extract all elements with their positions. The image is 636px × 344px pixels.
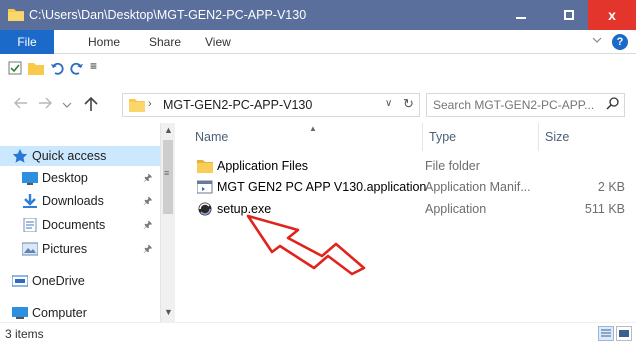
customize-toolbar-icon[interactable]: ≡	[90, 59, 97, 73]
item-count: 3 items	[5, 327, 44, 341]
file-size: 2 KB	[597, 180, 625, 194]
file-type: File folder	[425, 159, 480, 173]
nav-item-downloads[interactable]: Downloads 🖈	[0, 191, 160, 211]
minimize-icon	[516, 17, 526, 19]
nav-item-documents[interactable]: Documents 🖈	[0, 215, 160, 235]
details-view-icon	[601, 329, 611, 337]
documents-icon	[23, 218, 37, 232]
help-button[interactable]: ?	[612, 34, 628, 50]
details-view-button[interactable]	[598, 326, 614, 341]
address-row: › MGT-GEN2-PC-APP-V130 ∨ ↻	[0, 88, 636, 122]
scroll-down-icon[interactable]: ▼	[164, 307, 173, 317]
close-button[interactable]: x	[588, 0, 636, 30]
tab-share[interactable]: Share	[149, 30, 181, 54]
column-header-type[interactable]: Type	[423, 123, 539, 151]
file-row[interactable]: MGT GEN2 PC APP V130.application Applica…	[189, 177, 629, 197]
search-input[interactable]	[433, 97, 601, 113]
nav-item-quick-access[interactable]: Quick access	[0, 146, 160, 166]
file-row[interactable]: Application Files File folder	[189, 156, 629, 176]
breadcrumb-current[interactable]: MGT-GEN2-PC-APP-V130	[163, 98, 312, 112]
desktop-icon	[22, 172, 38, 185]
breadcrumb-separator: ›	[148, 98, 152, 110]
minimize-button[interactable]	[498, 0, 544, 30]
nav-item-label: Computer	[32, 306, 87, 320]
search-icon[interactable]	[606, 97, 619, 110]
nav-item-label: Downloads	[42, 194, 104, 208]
nav-scrollbar[interactable]: ▲ ≡ ▼	[160, 123, 175, 322]
tab-file[interactable]: File	[0, 30, 54, 54]
pin-icon[interactable]: 🖈	[143, 171, 152, 188]
sort-ascending-icon: ▲	[309, 124, 317, 133]
nav-item-label: Pictures	[42, 242, 88, 256]
star-icon	[12, 149, 28, 163]
pin-icon[interactable]: 🖈	[143, 194, 152, 211]
nav-item-label: Desktop	[42, 171, 88, 185]
file-type: Application	[425, 202, 487, 216]
scroll-up-icon[interactable]: ▲	[164, 125, 173, 135]
setup-exe-icon	[198, 202, 212, 216]
folder-icon	[8, 9, 24, 21]
nav-item-pictures[interactable]: Pictures 🖈	[0, 239, 160, 259]
nav-item-label: Documents	[42, 218, 106, 232]
pin-icon[interactable]: 🖈	[143, 218, 152, 235]
address-dropdown-icon[interactable]: ∨	[385, 98, 392, 109]
pictures-icon	[22, 242, 38, 256]
file-name: Application Files	[217, 159, 309, 173]
maximize-icon	[564, 10, 574, 20]
redo-icon[interactable]	[70, 61, 84, 75]
onedrive-icon	[12, 275, 28, 287]
quick-access-toolbar: ≡	[0, 55, 636, 81]
file-name: MGT GEN2 PC APP V130.application	[217, 180, 427, 194]
search-box[interactable]	[426, 93, 625, 117]
recent-locations-icon[interactable]	[62, 101, 72, 109]
ribbon-tabs: File Home Share View ?	[0, 30, 636, 54]
nav-item-onedrive[interactable]: OneDrive	[0, 271, 160, 291]
annotation-arrow-icon	[246, 214, 366, 276]
nav-item-desktop[interactable]: Desktop 🖈	[0, 168, 160, 188]
status-bar: 3 items	[0, 322, 636, 344]
refresh-icon[interactable]: ↻	[403, 96, 414, 112]
forward-icon[interactable]	[38, 97, 52, 109]
column-header-name[interactable]: ▲ Name	[189, 123, 423, 151]
computer-icon	[12, 307, 28, 319]
properties-icon[interactable]	[8, 61, 22, 75]
download-icon	[23, 194, 37, 208]
address-bar[interactable]: › MGT-GEN2-PC-APP-V130 ∨ ↻	[122, 93, 420, 117]
window-title: C:\Users\Dan\Desktop\MGT-GEN2-PC-APP-V13…	[29, 8, 307, 22]
file-type: Application Manif...	[425, 180, 531, 194]
undo-icon[interactable]	[50, 61, 64, 75]
large-icons-view-icon	[619, 330, 629, 337]
tab-home[interactable]: Home	[88, 30, 120, 54]
large-icons-view-button[interactable]	[616, 326, 632, 341]
file-size: 511 KB	[584, 202, 625, 216]
back-icon[interactable]	[14, 97, 28, 109]
scroll-grip-icon: ≡	[164, 168, 170, 178]
navigation-pane: Quick access Desktop 🖈 Downloads 🖈 Docum…	[0, 123, 176, 323]
pin-icon[interactable]: 🖈	[143, 242, 152, 259]
column-header-size[interactable]: Size	[539, 123, 625, 151]
tab-view[interactable]: View	[205, 30, 231, 54]
up-icon[interactable]	[84, 96, 98, 112]
title-bar: C:\Users\Dan\Desktop\MGT-GEN2-PC-APP-V13…	[0, 0, 636, 30]
nav-item-label: Quick access	[32, 149, 107, 163]
maximize-button[interactable]	[546, 0, 592, 30]
application-manifest-icon	[197, 180, 213, 194]
nav-item-label: OneDrive	[32, 274, 85, 288]
folder-icon	[197, 160, 213, 173]
nav-item-computer[interactable]: Computer	[0, 303, 160, 323]
folder-icon	[129, 99, 145, 112]
chevron-down-icon[interactable]	[592, 35, 602, 45]
new-folder-icon[interactable]	[28, 61, 44, 75]
